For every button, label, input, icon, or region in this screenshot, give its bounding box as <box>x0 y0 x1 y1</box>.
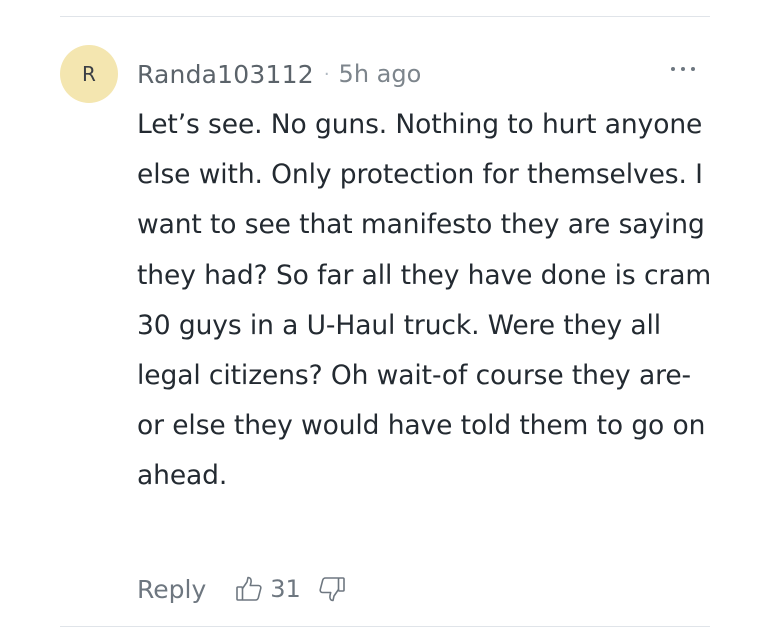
comment-text: Let’s see. No guns. Nothing to hurt anyo… <box>137 109 712 492</box>
top-divider <box>60 16 710 17</box>
username[interactable]: Randa103112 <box>137 60 314 89</box>
reply-button[interactable]: Reply <box>137 575 206 604</box>
avatar[interactable]: R <box>60 45 118 103</box>
comment-actions: Reply 31 <box>137 567 347 611</box>
bottom-divider <box>60 626 710 627</box>
upvote-count: 31 <box>270 575 301 603</box>
avatar-initial: R <box>82 62 96 86</box>
thumbs-down-icon[interactable] <box>317 574 347 604</box>
thumbs-up-icon[interactable] <box>234 574 264 604</box>
timestamp: 5h ago <box>338 60 422 88</box>
more-options-icon[interactable] <box>671 62 695 76</box>
comment-header: Randa103112 · 5h ago <box>137 54 421 94</box>
separator-dot: · <box>323 63 330 85</box>
